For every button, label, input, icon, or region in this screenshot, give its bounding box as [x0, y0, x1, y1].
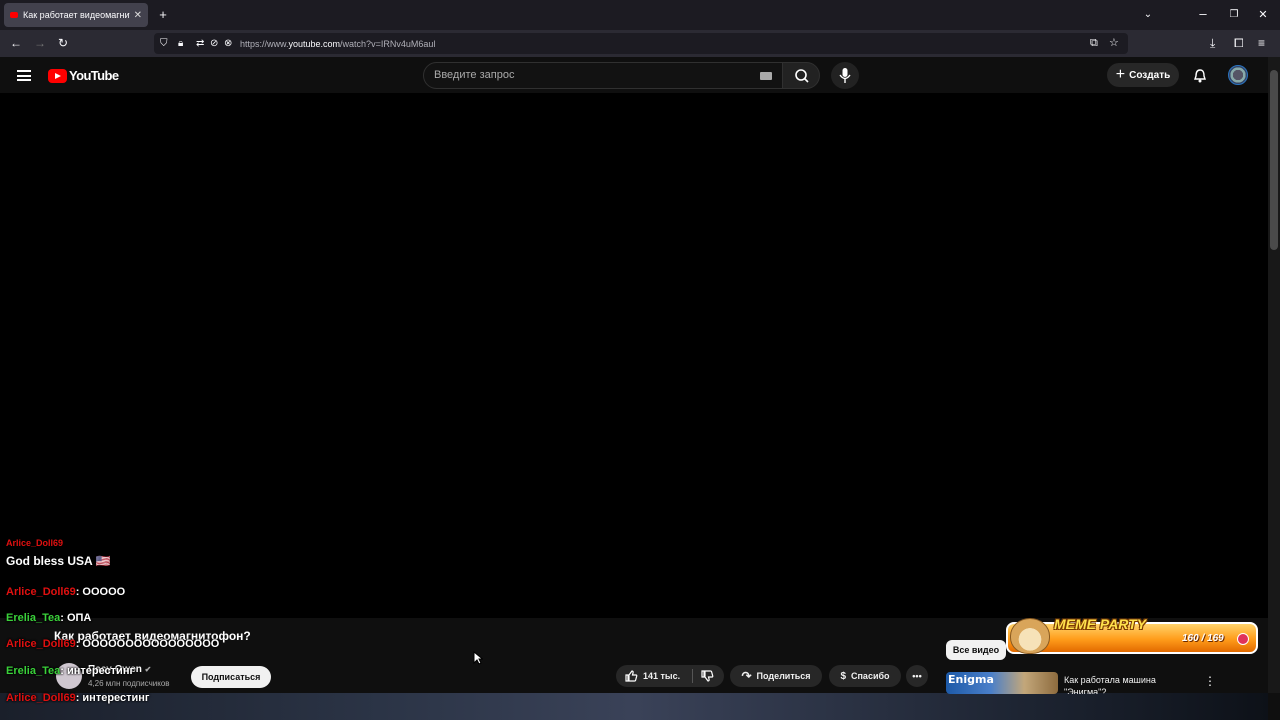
chat-message: Arlice_Doll69: интерестинг: [6, 692, 150, 704]
camera-blocked-icon[interactable]: ⊘: [210, 38, 218, 50]
search-icon: [795, 69, 809, 83]
thanks-label: Спасибо: [851, 671, 890, 681]
guide-menu-icon[interactable]: [17, 70, 31, 81]
thumbs-down-icon[interactable]: [700, 669, 714, 683]
create-button[interactable]: + Создать: [1107, 63, 1179, 87]
url-prefix: https://www.: [240, 38, 289, 49]
permissions-icon[interactable]: ⇄: [196, 38, 204, 50]
shield-icon[interactable]: ⛉: [160, 38, 168, 50]
chat-message: Arlice_Doll69: OOOOOOOOOOOOOOOO: [6, 638, 219, 650]
minimize-icon[interactable]: –: [1196, 7, 1210, 21]
tab-title: Как работает видеомагнитоф: [23, 10, 130, 20]
browser-nav-bar: ← → ↻ ⛉ 🔒︎ ⇄ ⊘ ⊗ https://www. youtube.com…: [0, 30, 1280, 57]
thanks-button[interactable]: $ Спасибо: [829, 665, 901, 687]
extensions-icon[interactable]: ⧠: [1234, 37, 1244, 49]
picture-in-picture-icon[interactable]: ⧉: [1090, 37, 1098, 49]
subscribe-button[interactable]: Подписаться: [191, 666, 271, 688]
bell-icon: [1194, 69, 1206, 83]
tab-list-chevron-icon[interactable]: ⌄: [1141, 8, 1155, 22]
chat-text: : OOOOOOOOOOOOOOOO: [75, 638, 220, 650]
chat-username: Erelia_Tea: [6, 612, 61, 624]
tracking-icon[interactable]: ⊗: [224, 38, 232, 50]
chat-username: Arlice_Doll69: [6, 692, 76, 704]
chat-username: Arlice_Doll69: [6, 538, 64, 548]
chat-message: Erelia_Tea: интерестинг: [6, 665, 134, 677]
share-label: Поделиться: [756, 671, 811, 681]
share-button[interactable]: ↷ Поделиться: [730, 665, 822, 687]
url-bar[interactable]: ⛉ 🔒︎ ⇄ ⊘ ⊗ https://www. youtube.com/watch…: [154, 33, 1128, 54]
mouse-cursor-icon: [473, 650, 484, 670]
forward-icon[interactable]: →: [34, 37, 46, 49]
reload-icon[interactable]: ↻: [58, 37, 68, 49]
meme-party-title: MEME PARTY: [1054, 616, 1147, 632]
chat-text: God bless USA 🇺🇸: [6, 554, 111, 568]
chip-all-videos[interactable]: Все видео: [946, 640, 1006, 660]
more-horizontal-icon: •••: [912, 671, 922, 681]
chat-message: Erelia_Tea: ОПА: [6, 612, 91, 624]
youtube-play-icon: [48, 68, 67, 83]
bookmark-star-icon[interactable]: ☆: [1109, 37, 1119, 49]
chat-username: Arlice_Doll69: [6, 638, 76, 650]
browser-tab[interactable]: Как работает видеомагнитоф ✕: [4, 3, 148, 27]
chat-text: : интерестинг: [60, 665, 135, 677]
meme-badge-icon: [1237, 633, 1249, 645]
new-tab-icon[interactable]: +: [156, 8, 170, 22]
downloads-icon[interactable]: ⤓: [1210, 37, 1215, 49]
chat-message: Arlice_Doll69: OOOOO: [6, 586, 125, 598]
account-avatar[interactable]: [1228, 65, 1248, 85]
meme-party-badge: MEME PARTY 160 / 169: [1002, 616, 1260, 656]
recommended-video-title[interactable]: Как работала машина "Энигма"?: [1064, 674, 1184, 694]
more-vertical-icon[interactable]: ⋮: [1204, 674, 1216, 688]
url-host: youtube.com: [288, 38, 341, 49]
chat-username: Erelia_Tea: [6, 665, 61, 677]
youtube-logo[interactable]: YouTube: [48, 68, 119, 83]
doge-icon: [1010, 618, 1050, 654]
share-icon: ↷: [741, 669, 752, 683]
url-path: /watch?v=IRNv4uM6aul: [340, 38, 436, 49]
like-divider: [692, 669, 693, 683]
youtube-logo-text: YouTube: [69, 68, 119, 83]
meme-party-count: 160 / 169: [1182, 633, 1224, 644]
search-button[interactable]: [782, 62, 820, 89]
restore-icon[interactable]: ❐: [1227, 8, 1241, 22]
chat-message: Arlice_Doll69: [6, 538, 63, 548]
scrollbar-thumb[interactable]: [1270, 70, 1278, 250]
youtube-favicon-icon: [10, 12, 18, 18]
thanks-icon: $: [840, 670, 846, 682]
youtube-header: YouTube Введите запрос + Создать: [0, 57, 1268, 93]
plus-icon: +: [1115, 66, 1126, 83]
close-tab-icon[interactable]: ✕: [134, 10, 142, 21]
more-actions-button[interactable]: •••: [906, 665, 928, 687]
search-input[interactable]: Введите запрос: [423, 62, 783, 89]
chat-username: Arlice_Doll69: [6, 586, 76, 598]
voice-search-button[interactable]: [831, 62, 859, 89]
notifications-button[interactable]: [1192, 68, 1208, 89]
lock-icon[interactable]: 🔒︎: [178, 38, 183, 50]
chat-text: : ОПА: [60, 612, 92, 624]
verified-icon: ✔: [144, 665, 152, 674]
back-icon[interactable]: ←: [10, 37, 22, 49]
bottom-video-strip: [0, 693, 1268, 720]
create-label: Создать: [1129, 69, 1171, 81]
subscriber-count: 4,26 млн подписчиков: [88, 679, 170, 688]
keyboard-icon[interactable]: [760, 72, 772, 80]
microphone-icon: [839, 68, 851, 83]
chat-message: God bless USA 🇺🇸: [6, 554, 111, 568]
close-window-icon[interactable]: ✕: [1256, 8, 1270, 22]
chat-text: : интерестинг: [75, 692, 150, 704]
thumbnail-text: Enigma: [948, 673, 994, 686]
video-player[interactable]: [0, 93, 1268, 618]
menu-icon[interactable]: ≡: [1258, 37, 1265, 49]
thumbs-up-icon: [625, 670, 638, 682]
like-button[interactable]: 141 тыс.: [616, 665, 724, 687]
chat-text: : OOOOO: [75, 586, 126, 598]
like-count: 141 тыс.: [643, 671, 681, 681]
browser-tab-bar: Как работает видеомагнитоф ✕ + ⌄ – ❐ ✕: [0, 0, 1280, 30]
